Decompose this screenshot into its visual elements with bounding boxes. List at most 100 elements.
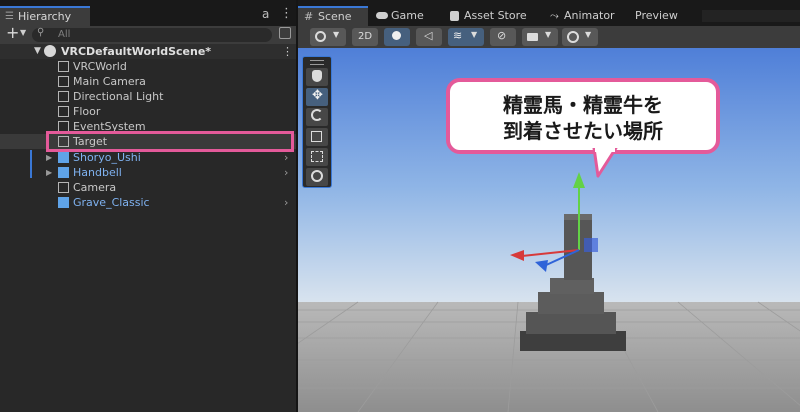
scale-tool-button[interactable] <box>306 128 328 146</box>
hand-icon <box>312 70 322 82</box>
item-label: Grave_Classic <box>73 196 150 209</box>
unity-scene-icon <box>44 45 56 57</box>
gameobject-cube-icon <box>58 76 69 87</box>
target-highlight-box <box>46 131 294 152</box>
effects-dropdown[interactable]: ≋ ▼ <box>448 28 484 46</box>
prefab-open-arrow-icon[interactable]: › <box>284 165 288 180</box>
scene-root-row[interactable]: ▼ VRCDefaultWorldScene* ⋮ <box>0 44 296 59</box>
draw-mode-dropdown[interactable]: ▼ <box>310 28 346 46</box>
layers-icon: ≋ <box>453 29 463 42</box>
camera-settings-dropdown[interactable]: ▼ <box>522 28 558 46</box>
tab-label: Animator <box>564 9 615 22</box>
hierarchy-item[interactable]: Directional Light <box>0 89 296 104</box>
callout-line-1: 精霊馬・精霊牛を <box>503 93 663 117</box>
item-label: Shoryo_Ushi <box>73 151 141 164</box>
camera-icon <box>527 33 538 41</box>
scene-name: VRCDefaultWorldScene* <box>61 45 212 58</box>
scene-tab-bar: # Scene Game Asset Store ⤳ Animator Prev… <box>298 0 800 26</box>
prefab-cube-icon <box>58 197 69 208</box>
callout-bubble: 精霊馬・精霊牛を 到着させたい場所 <box>446 78 720 154</box>
chevron-down-icon: ▼ <box>545 30 552 39</box>
hierarchy-tab-bar: ☰ Hierarchy a ⋮ <box>0 0 296 26</box>
prefab-cube-icon <box>58 167 69 178</box>
light-bulb-icon <box>392 31 401 40</box>
chevron-down-icon: ▼ <box>471 30 478 39</box>
hierarchy-tab-label: Hierarchy <box>18 10 72 23</box>
callout-line-2: 到着させたい場所 <box>503 119 663 143</box>
audio-toggle[interactable]: ◁ <box>416 28 442 46</box>
hierarchy-item[interactable]: Main Camera <box>0 74 296 89</box>
hierarchy-item[interactable]: Camera <box>0 180 296 195</box>
expand-arrow-right-icon[interactable]: ▶ <box>46 150 57 162</box>
gameobject-cube-icon <box>58 106 69 117</box>
move-arrows-icon: ✥ <box>312 88 323 103</box>
add-button[interactable]: + <box>6 23 19 42</box>
tab-label: Preview <box>635 9 678 22</box>
scene-toolbar: ▼ 2D ◁ ≋ ▼ ⊘ ▼ ▼ <box>298 26 800 48</box>
tab-preview[interactable]: Preview <box>635 6 695 26</box>
tab-label: Game <box>391 9 424 22</box>
rect-icon <box>311 151 323 162</box>
gizmos-dropdown[interactable]: ▼ <box>562 28 598 46</box>
shading-sphere-icon <box>315 31 326 42</box>
gizmo-sphere-icon <box>567 31 579 43</box>
scene-search-icon[interactable] <box>279 27 291 39</box>
transform-icon <box>311 170 323 182</box>
store-icon <box>450 11 459 21</box>
tab-game[interactable]: Game <box>376 6 436 26</box>
rotate-tool-button[interactable] <box>306 108 328 126</box>
gamepad-icon <box>376 12 388 19</box>
rect-tool-button[interactable] <box>306 148 328 166</box>
prefab-open-arrow-icon[interactable]: › <box>284 150 288 165</box>
menu-dots-icon[interactable]: ⋮ <box>280 6 293 21</box>
callout-pointer <box>592 148 618 178</box>
prefab-open-arrow-icon[interactable]: › <box>284 195 288 210</box>
hierarchy-panel: ☰ Hierarchy a ⋮ + ▼ ⚲ All ▼ VRCDefaultWo… <box>0 0 296 412</box>
mode-2d-label: 2D <box>357 31 373 42</box>
transform-tool-button[interactable] <box>306 168 328 186</box>
item-label: Camera <box>73 181 117 194</box>
prefab-cube-icon <box>58 152 69 163</box>
lock-icon[interactable]: a <box>262 7 269 21</box>
item-label: Floor <box>73 105 101 118</box>
animator-icon: ⤳ <box>550 9 559 22</box>
scale-icon <box>311 131 322 142</box>
callout-text: 精霊馬・精霊牛を 到着させたい場所 <box>450 92 716 144</box>
audio-icon: ◁ <box>424 29 433 42</box>
search-icon: ⚲ <box>37 27 45 38</box>
search-input[interactable]: ⚲ All <box>32 27 272 42</box>
hierarchy-item[interactable]: VRCWorld <box>0 59 296 74</box>
eye-slash-icon: ⊘ <box>497 29 507 42</box>
hand-tool-button[interactable] <box>306 68 328 86</box>
item-label: Directional Light <box>73 90 164 103</box>
gameobject-cube-icon <box>58 182 69 193</box>
hash-icon: # <box>304 10 314 23</box>
lighting-toggle[interactable] <box>384 28 410 46</box>
expand-arrow-right-icon[interactable]: ▶ <box>46 165 57 177</box>
tools-overlay: ✥ <box>302 56 332 188</box>
hierarchy-item[interactable]: Grave_Classic › <box>0 195 296 210</box>
tab-label: Scene <box>318 10 352 23</box>
tab-label: Asset Store <box>464 9 527 22</box>
tab-animator[interactable]: ⤳ Animator <box>550 6 620 26</box>
hidden-objects-toggle[interactable]: ⊘ <box>490 28 516 46</box>
tab-bar-right-box <box>702 10 800 22</box>
move-tool-button[interactable]: ✥ <box>306 88 328 106</box>
hierarchy-item[interactable]: Floor <box>0 104 296 119</box>
overlay-drag-handle[interactable] <box>310 60 324 65</box>
item-label: Main Camera <box>73 75 146 88</box>
dropdown-arrow-icon[interactable]: ▼ <box>20 28 26 37</box>
chevron-down-icon: ▼ <box>333 30 340 39</box>
gameobject-cube-icon <box>58 91 69 102</box>
tab-asset-store[interactable]: Asset Store <box>450 6 536 26</box>
tab-scene[interactable]: # Scene <box>298 6 368 26</box>
hierarchy-item[interactable]: ▶ Handbell › <box>0 165 296 180</box>
hierarchy-toolbar: + ▼ ⚲ All <box>0 23 296 45</box>
hierarchy-item[interactable]: ▶ Shoryo_Ushi › <box>0 150 296 165</box>
rotate-icon <box>311 109 323 121</box>
gameobject-cube-icon <box>58 61 69 72</box>
scene-menu-icon[interactable]: ⋮ <box>282 44 293 59</box>
chevron-down-icon: ▼ <box>585 30 592 39</box>
item-label: Handbell <box>73 166 122 179</box>
mode-2d-button[interactable]: 2D <box>352 28 378 46</box>
